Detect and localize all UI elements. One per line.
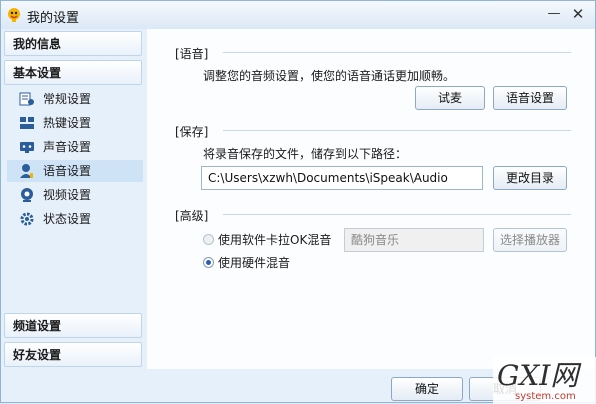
window-title: 我的设置	[27, 11, 80, 26]
sidebar-item-label: 常规设置	[43, 92, 92, 106]
sidebar-item-sound[interactable]: 声音设置	[15, 136, 143, 158]
select-player-button: 选择播放器	[493, 228, 567, 252]
watermark-text: GXI网	[497, 359, 582, 392]
software-mix-label: 使用软件卡拉OK混音	[218, 233, 332, 247]
player-field: 酷狗音乐	[344, 228, 484, 252]
general-settings-icon	[19, 92, 34, 106]
test-mic-button[interactable]: 试麦	[415, 86, 485, 110]
watermark-subtext: system.com	[515, 391, 576, 402]
sidebar-item-voice[interactable]: 语音设置	[7, 160, 143, 182]
voice-icon	[20, 164, 33, 178]
close-button[interactable]: ✕	[567, 5, 589, 23]
voice-settings-panel: [语音] 调整您的音频设置，使您的语音通话更加顺畅。 试麦 语音设置 [保存] …	[147, 29, 595, 369]
save-description: 将录音保存的文件，储存到以下路径：	[203, 147, 408, 161]
status-icon	[20, 212, 34, 226]
sound-icon	[20, 142, 34, 153]
sidebar-item-hotkey[interactable]: 热键设置	[15, 112, 143, 134]
minimize-button[interactable]: —	[543, 5, 565, 23]
divider	[223, 214, 571, 215]
sidebar-item-label: 热键设置	[43, 116, 92, 130]
sidebar-group-basic[interactable]: 基本设置	[4, 60, 142, 85]
change-directory-button[interactable]: 更改目录	[493, 166, 567, 190]
sidebar-group-my-info[interactable]: 我的信息	[4, 31, 142, 56]
video-icon	[21, 188, 33, 202]
advanced-section-title: [高级]	[175, 209, 209, 223]
settings-window: 我的设置 — ✕ 我的信息 基本设置 常规设置 热键设置 声音设置 语音设置 视…	[0, 0, 596, 404]
ok-button[interactable]: 确定	[391, 377, 463, 401]
title-bar: 我的设置 — ✕	[1, 1, 595, 29]
sidebar-group-channel[interactable]: 频道设置	[4, 313, 142, 338]
divider	[223, 130, 571, 131]
hardware-mix-label: 使用硬件混音	[218, 256, 291, 270]
voice-section-title: [语音]	[175, 47, 209, 61]
voice-settings-button[interactable]: 语音设置	[493, 86, 567, 110]
sidebar-item-general[interactable]: 常规设置	[15, 88, 143, 110]
watermark-logo: GXI网 system.com	[493, 357, 596, 404]
app-logo-icon	[8, 8, 20, 22]
voice-description: 调整您的音频设置，使您的语音通话更加顺畅。	[203, 69, 456, 83]
hotkey-icon	[20, 117, 34, 129]
sidebar: 我的信息 基本设置 常规设置 热键设置 声音设置 语音设置 视频设置 状态设置 …	[1, 29, 147, 402]
save-section-title: [保存]	[175, 125, 209, 139]
hardware-mix-radio[interactable]	[203, 257, 214, 268]
sidebar-item-label: 状态设置	[43, 212, 92, 226]
sidebar-item-label: 视频设置	[43, 188, 92, 202]
sidebar-item-label: 声音设置	[43, 140, 92, 154]
software-mix-radio[interactable]	[203, 234, 214, 245]
sidebar-group-friends[interactable]: 好友设置	[4, 342, 142, 367]
sidebar-item-video[interactable]: 视频设置	[15, 184, 143, 206]
save-path-field[interactable]: C:\Users\xzwh\Documents\iSpeak\Audio	[201, 166, 483, 190]
sidebar-item-label: 语音设置	[43, 164, 92, 178]
divider	[223, 52, 571, 53]
sidebar-item-status[interactable]: 状态设置	[15, 208, 143, 230]
